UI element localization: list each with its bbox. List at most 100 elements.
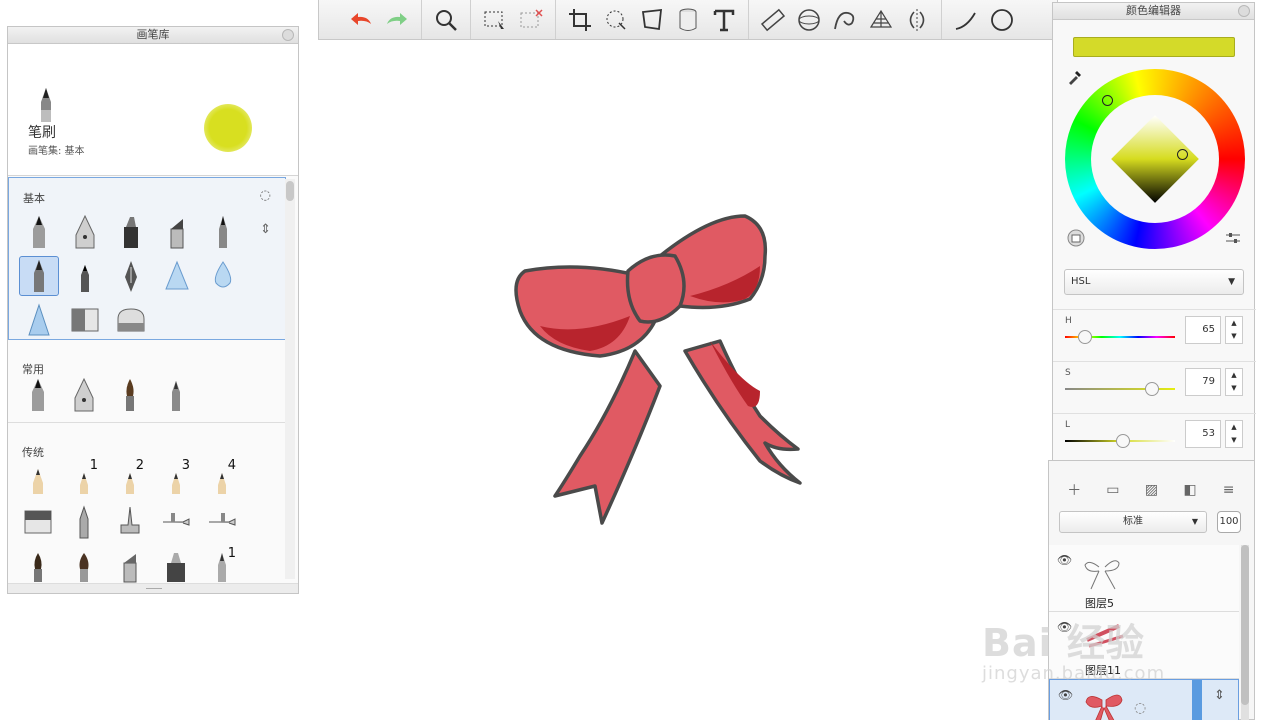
color-wheel[interactable] bbox=[1065, 69, 1245, 249]
color-mode-select[interactable]: HSL ▼ bbox=[1064, 269, 1244, 295]
eyedropper-icon[interactable] bbox=[1067, 69, 1083, 85]
mask-icon[interactable]: ◧ bbox=[1180, 481, 1200, 499]
hue-knob[interactable] bbox=[1102, 95, 1113, 106]
reorder-icon[interactable]: ⇕ bbox=[260, 222, 271, 237]
french-curve-button[interactable] bbox=[827, 2, 863, 38]
saturation-lightness-square[interactable] bbox=[1111, 115, 1199, 203]
trad-brush-pencil-4[interactable]: 4 bbox=[202, 458, 242, 498]
eye-icon[interactable]: 👁 bbox=[1057, 553, 1072, 567]
brush-calligraphy[interactable] bbox=[111, 256, 151, 296]
saturation-value-input[interactable]: 79 bbox=[1185, 368, 1221, 396]
panel-close-button[interactable] bbox=[1238, 5, 1250, 17]
brush-smudge[interactable] bbox=[19, 300, 59, 340]
common-brush-ink-pen[interactable] bbox=[64, 375, 104, 415]
saturation-slider-knob[interactable] bbox=[1144, 382, 1159, 396]
add-layer-icon[interactable]: ＋ bbox=[1064, 481, 1084, 499]
pencil-hardness-label: 3 bbox=[181, 458, 190, 473]
select-button[interactable] bbox=[477, 2, 513, 38]
trad-brush-pencil-3[interactable]: 3 bbox=[156, 458, 196, 498]
trad-brush-technical-pen[interactable] bbox=[64, 502, 104, 542]
brush-soft-eraser[interactable] bbox=[111, 300, 151, 340]
folder-icon[interactable]: ▭ bbox=[1103, 481, 1123, 499]
brush-grid-basic bbox=[19, 212, 249, 340]
brush-ink-pen[interactable] bbox=[65, 212, 105, 252]
eye-icon[interactable]: 👁 bbox=[1058, 688, 1073, 702]
lightness-slider[interactable] bbox=[1065, 434, 1175, 448]
redo-button[interactable] bbox=[379, 2, 415, 38]
brush-triangle-blender[interactable] bbox=[157, 256, 197, 296]
brush-hard-eraser[interactable] bbox=[65, 300, 105, 340]
fill-button[interactable] bbox=[670, 2, 706, 38]
drawing-canvas[interactable] bbox=[300, 41, 1048, 720]
blend-mode-value: 标准 bbox=[1123, 516, 1143, 527]
chisel-brush-icon bbox=[123, 554, 137, 583]
image-icon[interactable]: ▨ bbox=[1141, 481, 1161, 499]
brush-airbrush[interactable] bbox=[19, 256, 59, 296]
layer-item-active[interactable]: 👁 ◌ ⇕ bbox=[1049, 679, 1239, 720]
trad-brush-marker[interactable] bbox=[156, 546, 196, 586]
layer-item[interactable]: 👁 图层5 bbox=[1049, 545, 1239, 612]
lightness-slider-knob[interactable] bbox=[1116, 434, 1131, 448]
trad-brush-pencil-2[interactable]: 2 bbox=[110, 458, 150, 498]
reorder-icon[interactable]: ⇕ bbox=[1214, 688, 1225, 703]
perspective-button[interactable] bbox=[863, 2, 899, 38]
trad-brush-airbrush[interactable] bbox=[156, 502, 196, 542]
hue-stepper[interactable]: ▲ ▼ bbox=[1225, 316, 1243, 344]
common-brush-pencil[interactable] bbox=[18, 375, 58, 415]
ellipse-guide-button[interactable] bbox=[791, 2, 827, 38]
symmetry-button[interactable] bbox=[899, 2, 935, 38]
saturation-slider[interactable] bbox=[1065, 382, 1175, 396]
layer-scrollbar[interactable] bbox=[1241, 545, 1249, 720]
brush-section-basic: 基本 ◌ ⇕ bbox=[8, 177, 286, 340]
brush-drop-blender[interactable] bbox=[203, 256, 243, 296]
panel-close-button[interactable] bbox=[282, 29, 294, 41]
marker-icon bbox=[167, 553, 185, 582]
brush-library-scrollbar[interactable] bbox=[285, 179, 295, 579]
brush-chisel-marker[interactable] bbox=[157, 212, 197, 252]
hue-value-input[interactable]: 65 bbox=[1185, 316, 1221, 344]
zoom-button[interactable] bbox=[428, 2, 464, 38]
brush-pencil[interactable] bbox=[19, 212, 59, 252]
layer-name: 图层5 bbox=[1085, 597, 1114, 610]
trad-brush-chisel[interactable] bbox=[110, 546, 150, 586]
trad-brush-nib[interactable] bbox=[110, 502, 150, 542]
menu-icon[interactable]: ≡ bbox=[1219, 481, 1239, 499]
hue-slider[interactable] bbox=[1065, 330, 1175, 344]
color-history-icon[interactable] bbox=[1067, 229, 1085, 247]
deselect-button[interactable] bbox=[513, 2, 549, 38]
undo-button[interactable] bbox=[343, 2, 379, 38]
hue-slider-knob[interactable] bbox=[1077, 330, 1092, 344]
brush-felt-tip[interactable] bbox=[65, 256, 105, 296]
brush-fine-pen[interactable] bbox=[203, 212, 243, 252]
current-color-swatch[interactable] bbox=[1073, 37, 1235, 57]
trad-brush-oil[interactable] bbox=[18, 546, 58, 586]
slider-settings-icon[interactable] bbox=[1225, 231, 1241, 245]
brush-marker[interactable] bbox=[111, 212, 151, 252]
trad-brush-airbrush-2[interactable] bbox=[202, 502, 242, 542]
trad-brush-pencil[interactable] bbox=[18, 458, 58, 498]
trad-brush-watercolor[interactable] bbox=[64, 546, 104, 586]
distort-button[interactable] bbox=[634, 2, 670, 38]
lasso-transform-button[interactable] bbox=[598, 2, 634, 38]
saturation-stepper[interactable]: ▲ ▼ bbox=[1225, 368, 1243, 396]
sl-knob[interactable] bbox=[1177, 149, 1188, 160]
brush-panel-resize-grip[interactable] bbox=[8, 583, 298, 593]
layer-scroll-thumb[interactable] bbox=[1241, 545, 1249, 705]
color-editor-title: 颜色编辑器 bbox=[1053, 3, 1254, 20]
layer-opacity-button[interactable]: 100 bbox=[1217, 511, 1241, 533]
layer-thumbnail bbox=[1084, 560, 1120, 590]
blend-mode-select[interactable]: 标准 ▼ bbox=[1059, 511, 1207, 533]
text-button[interactable] bbox=[706, 2, 742, 38]
crop-button[interactable] bbox=[562, 2, 598, 38]
stroke-button[interactable] bbox=[948, 2, 984, 38]
trad-brush-eraser[interactable] bbox=[18, 502, 58, 542]
ellipse-shape-button[interactable] bbox=[984, 2, 1020, 38]
trad-brush-pencil-1[interactable]: 1 bbox=[64, 458, 104, 498]
ruler-button[interactable] bbox=[755, 2, 791, 38]
common-brush-paintbrush[interactable] bbox=[110, 375, 150, 415]
common-brush-fine-pencil[interactable] bbox=[156, 375, 196, 415]
brush-library-scroll-thumb[interactable] bbox=[286, 181, 294, 201]
trad-brush-fine-pencil[interactable]: 1 bbox=[202, 546, 242, 586]
lightness-stepper[interactable]: ▲ ▼ bbox=[1225, 420, 1243, 448]
lightness-value-input[interactable]: 53 bbox=[1185, 420, 1221, 448]
